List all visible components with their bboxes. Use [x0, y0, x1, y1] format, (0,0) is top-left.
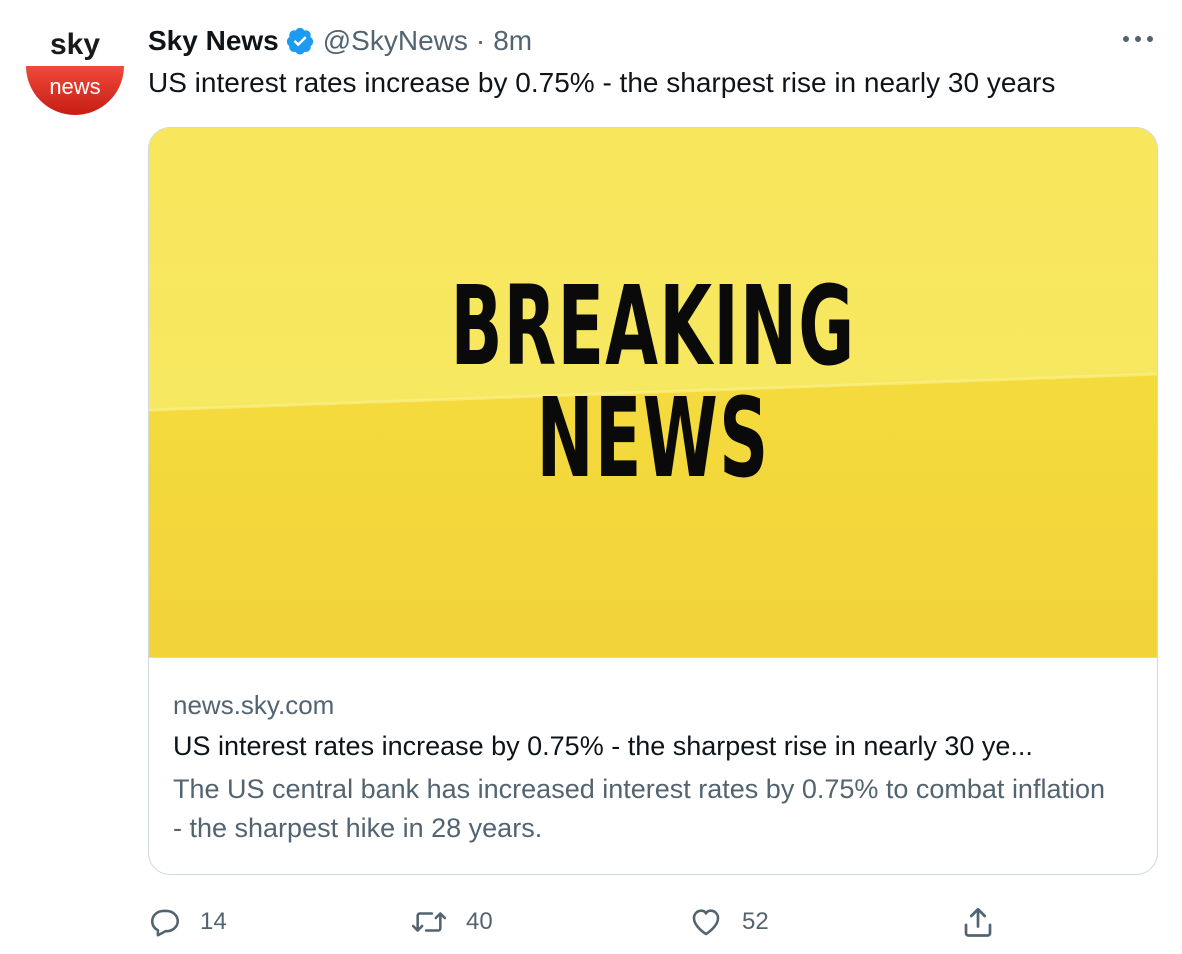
- reply-icon: [148, 905, 182, 939]
- breaking-news-graphic-text: BREAKING NEWS: [149, 270, 1157, 494]
- like-count: 52: [742, 908, 769, 935]
- verified-badge-icon: [285, 26, 315, 56]
- reply-count: 14: [200, 908, 227, 935]
- share-icon: [960, 904, 996, 940]
- card-image: BREAKING NEWS: [149, 128, 1157, 658]
- retweet-count: 40: [466, 908, 493, 935]
- breaking-line: BREAKING: [450, 262, 856, 390]
- tweet-text: US interest rates increase by 0.75% - th…: [148, 67, 1056, 98]
- card-description: The US central bank has increased intere…: [173, 774, 1106, 843]
- share-button[interactable]: [960, 898, 996, 946]
- heart-icon: [688, 905, 724, 939]
- like-button[interactable]: 52: [688, 898, 769, 946]
- avatar[interactable]: sky news: [24, 18, 126, 120]
- display-name[interactable]: Sky News: [148, 25, 279, 57]
- separator-dot: ·: [475, 25, 486, 56]
- tweet-header: Sky News @SkyNews · 8m: [148, 22, 532, 60]
- retweet-icon: [410, 905, 448, 939]
- card-domain: news.sky.com: [173, 690, 335, 720]
- reply-button[interactable]: 14: [148, 898, 227, 946]
- logo-news-text: news: [49, 74, 100, 99]
- more-options-icon[interactable]: [1118, 24, 1158, 54]
- logo-sky-text: sky: [50, 28, 100, 61]
- link-preview-card[interactable]: BREAKING NEWS news.sky.com US interest r…: [148, 127, 1158, 875]
- retweet-button[interactable]: 40: [410, 898, 493, 946]
- tweet-timestamp[interactable]: 8m: [493, 25, 532, 57]
- sky-news-logo: sky news: [26, 28, 124, 115]
- card-body: news.sky.com US interest rates increase …: [149, 688, 1157, 848]
- news-line: NEWS: [536, 374, 770, 502]
- card-title: US interest rates increase by 0.75% - th…: [173, 731, 1033, 761]
- user-handle[interactable]: @SkyNews: [323, 25, 468, 57]
